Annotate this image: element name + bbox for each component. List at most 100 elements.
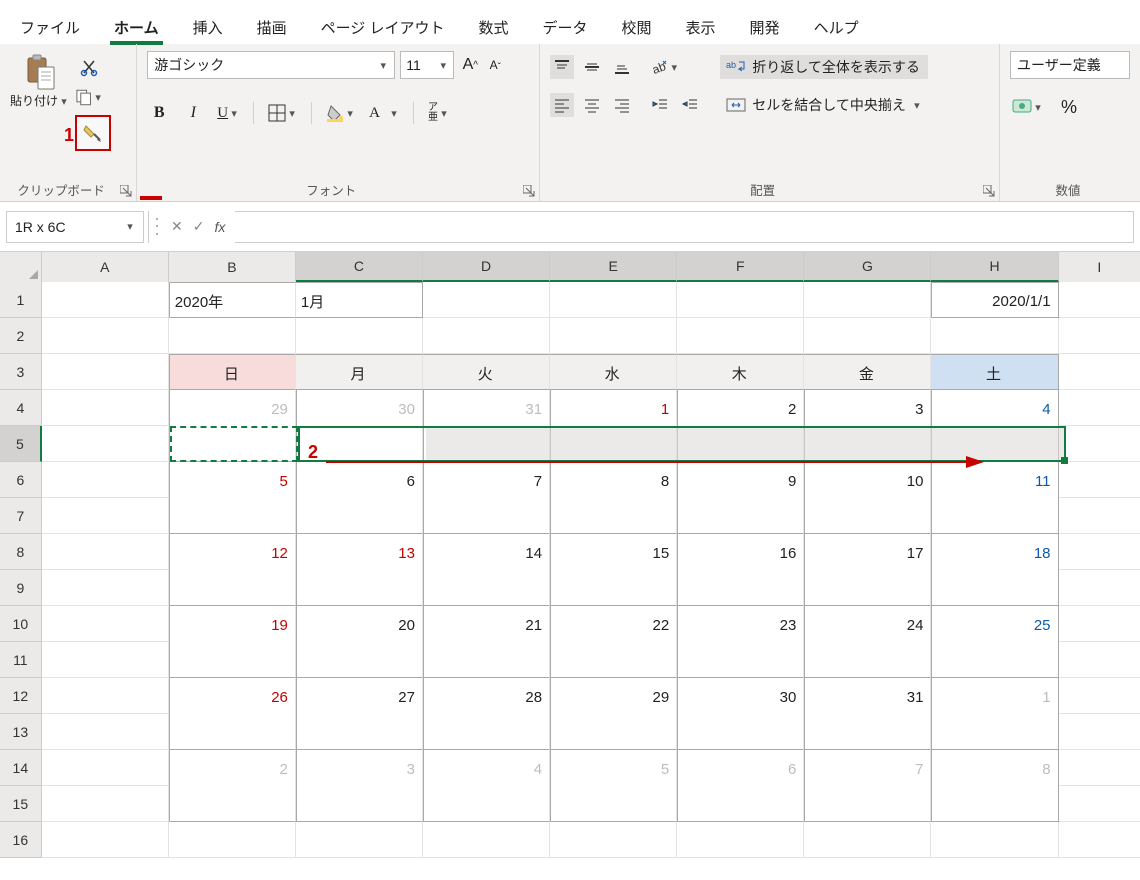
cell-A4[interactable] (42, 390, 169, 426)
cell-G15[interactable] (804, 786, 931, 822)
col-header-H[interactable]: H (931, 252, 1058, 282)
cell-C16[interactable] (296, 822, 423, 858)
cell-C5[interactable] (296, 426, 423, 462)
cell-C12[interactable]: 27 (296, 678, 423, 714)
col-header-D[interactable]: D (423, 252, 550, 282)
cell-A16[interactable] (42, 822, 169, 858)
cell-H2[interactable] (931, 318, 1058, 354)
cell-C1[interactable]: 1月 (296, 282, 423, 318)
cell-I12[interactable] (1059, 678, 1140, 714)
copy-button[interactable]: ▾ (75, 85, 103, 109)
cell-G4[interactable]: 3 (804, 390, 931, 426)
align-middle-button[interactable] (580, 55, 604, 79)
tab-view[interactable]: 表示 (682, 9, 720, 44)
align-right-button[interactable] (610, 93, 634, 117)
tab-help[interactable]: ヘルプ (810, 9, 863, 44)
cell-F16[interactable] (677, 822, 804, 858)
tab-developer[interactable]: 開発 (746, 9, 784, 44)
cell-H12[interactable]: 1 (931, 678, 1058, 714)
cell-G5[interactable] (804, 426, 931, 462)
cell-H6[interactable]: 11 (931, 462, 1058, 498)
cell-A10[interactable] (42, 606, 169, 642)
cell-G12[interactable]: 31 (804, 678, 931, 714)
tab-review[interactable]: 校閲 (618, 9, 656, 44)
cell-D12[interactable]: 28 (423, 678, 550, 714)
cell-I10[interactable] (1059, 606, 1140, 642)
name-box[interactable]: 1R x 6C▾ (6, 211, 144, 243)
cell-H8[interactable]: 18 (931, 534, 1058, 570)
bold-button[interactable]: B (147, 101, 171, 125)
cell-F9[interactable] (677, 570, 804, 606)
cell-E6[interactable]: 8 (550, 462, 677, 498)
underline-button[interactable]: U▾ (215, 101, 241, 125)
cell-E12[interactable]: 29 (550, 678, 677, 714)
cell-G6[interactable]: 10 (804, 462, 931, 498)
cell-B1[interactable]: 2020年 (169, 282, 296, 318)
row-header-1[interactable]: 1 (0, 282, 42, 318)
cell-E4[interactable]: 1 (550, 390, 677, 426)
font-size-combo[interactable]: 11▾ (400, 51, 454, 79)
col-header-A[interactable]: A (42, 252, 169, 282)
row-header-5[interactable]: 5 (0, 426, 42, 462)
cell-E8[interactable]: 15 (550, 534, 677, 570)
row-header-6[interactable]: 6 (0, 462, 42, 498)
increase-indent-button[interactable] (678, 93, 702, 117)
cell-A12[interactable] (42, 678, 169, 714)
cell-H15[interactable] (931, 786, 1058, 822)
cell-F2[interactable] (677, 318, 804, 354)
cell-B4[interactable]: 29 (169, 390, 296, 426)
cell-F3[interactable]: 木 (677, 354, 804, 390)
cell-B12[interactable]: 26 (169, 678, 296, 714)
row-header-11[interactable]: 11 (0, 642, 42, 678)
cell-E15[interactable] (550, 786, 677, 822)
cell-D15[interactable] (423, 786, 550, 822)
cell-B3[interactable]: 日 (169, 354, 296, 390)
cell-A5[interactable] (42, 426, 169, 462)
clipboard-launcher[interactable] (120, 185, 132, 197)
cell-H14[interactable]: 8 (931, 750, 1058, 786)
cell-B10[interactable]: 19 (169, 606, 296, 642)
cell-I6[interactable] (1059, 462, 1140, 498)
cell-H4[interactable]: 4 (931, 390, 1058, 426)
row-header-16[interactable]: 16 (0, 822, 42, 858)
cell-A7[interactable] (42, 498, 169, 534)
merge-center-button[interactable]: セルを結合して中央揃え▾ (720, 93, 928, 117)
cell-E10[interactable]: 22 (550, 606, 677, 642)
cell-A1[interactable] (42, 282, 169, 318)
cell-C3[interactable]: 月 (296, 354, 423, 390)
cell-B15[interactable] (169, 786, 296, 822)
align-center-button[interactable] (580, 93, 604, 117)
cell-G7[interactable] (804, 498, 931, 534)
cell-H10[interactable]: 25 (931, 606, 1058, 642)
number-format-combo[interactable]: ユーザー定義 (1010, 51, 1130, 79)
percent-button[interactable]: % (1057, 95, 1081, 119)
tab-layout[interactable]: ページ レイアウト (317, 9, 449, 44)
cell-G10[interactable]: 24 (804, 606, 931, 642)
row-header-4[interactable]: 4 (0, 390, 42, 426)
phonetic-button[interactable]: ア 亜▾ (426, 101, 451, 125)
cell-F7[interactable] (677, 498, 804, 534)
decrease-font-button[interactable]: Aˇ (484, 54, 506, 76)
row-header-7[interactable]: 7 (0, 498, 42, 534)
cell-A2[interactable] (42, 318, 169, 354)
cell-E16[interactable] (550, 822, 677, 858)
cell-I14[interactable] (1059, 750, 1140, 786)
cell-C11[interactable] (296, 642, 423, 678)
cell-A6[interactable] (42, 462, 169, 498)
cancel-formula-button[interactable]: ✕ (171, 218, 183, 235)
row-header-3[interactable]: 3 (0, 354, 42, 390)
orientation-button[interactable]: ab▾ (648, 55, 681, 79)
cell-A15[interactable] (42, 786, 169, 822)
cell-B16[interactable] (169, 822, 296, 858)
cell-C9[interactable] (296, 570, 423, 606)
cell-F12[interactable]: 30 (677, 678, 804, 714)
cut-button[interactable] (75, 55, 103, 79)
cell-D16[interactable] (423, 822, 550, 858)
cell-C13[interactable] (296, 714, 423, 750)
row-header-13[interactable]: 13 (0, 714, 42, 750)
cell-G16[interactable] (804, 822, 931, 858)
cell-C7[interactable] (296, 498, 423, 534)
cell-D5[interactable] (423, 426, 550, 462)
cell-F15[interactable] (677, 786, 804, 822)
row-header-9[interactable]: 9 (0, 570, 42, 606)
